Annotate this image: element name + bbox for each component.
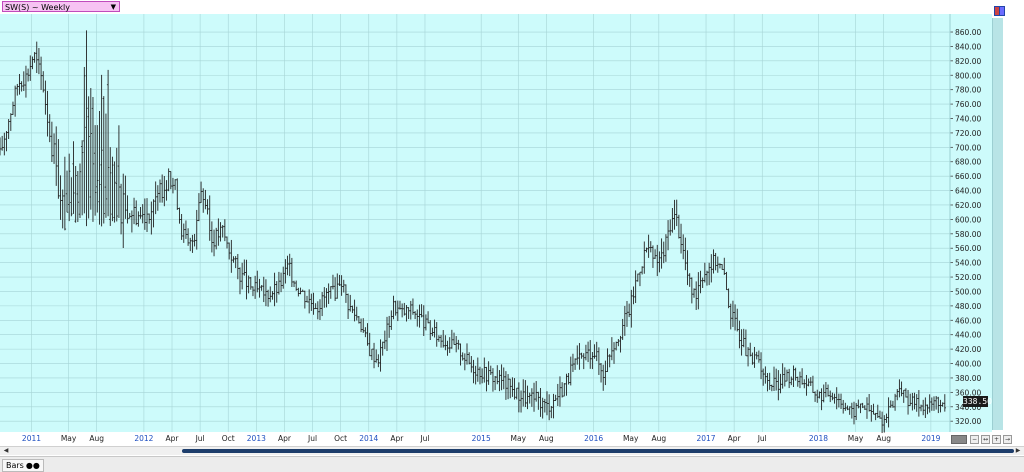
y-tick-label: 740.00 bbox=[955, 115, 981, 124]
y-tick-label: 440.00 bbox=[955, 331, 981, 340]
x-tick-label: Oct bbox=[334, 434, 347, 443]
time-scrollbar[interactable]: ◀ ▶ bbox=[0, 446, 1024, 455]
x-tick-label: Jul bbox=[307, 434, 317, 443]
y-tick-label: 580.00 bbox=[955, 230, 981, 239]
chart-title: SW(S) ~ Weekly bbox=[5, 3, 70, 12]
x-tick-label: Aug bbox=[651, 434, 666, 443]
x-tick-label: 2013 bbox=[247, 434, 266, 443]
y-tick-label: 860.00 bbox=[955, 28, 981, 37]
x-tick-label: Jul bbox=[757, 434, 767, 443]
x-tick-label: 2015 bbox=[472, 434, 491, 443]
x-tick-label: 2017 bbox=[696, 434, 715, 443]
zoom-fit-button[interactable]: ↔ bbox=[981, 435, 990, 444]
zoom-in-button[interactable]: + bbox=[992, 435, 1001, 444]
x-tick-label: Jul bbox=[195, 434, 205, 443]
y-tick-label: 420.00 bbox=[955, 345, 981, 354]
x-tick-label: 2014 bbox=[359, 434, 378, 443]
price-scale-scrollbar[interactable] bbox=[992, 18, 1003, 430]
x-tick-label: May bbox=[511, 434, 527, 443]
x-tick-label: 2012 bbox=[134, 434, 153, 443]
chevron-down-icon[interactable]: ▼ bbox=[111, 2, 116, 13]
x-tick-label: 2019 bbox=[921, 434, 940, 443]
scroll-left-icon[interactable]: ◀ bbox=[2, 447, 10, 455]
y-tick-label: 620.00 bbox=[955, 201, 981, 210]
y-tick-label: 520.00 bbox=[955, 273, 981, 282]
chart-title-tab[interactable]: SW(S) ~ Weekly ▼ bbox=[2, 1, 120, 12]
x-tick-label: 2011 bbox=[22, 434, 41, 443]
y-tick-label: 380.00 bbox=[955, 374, 981, 383]
zoom-box[interactable] bbox=[951, 435, 967, 444]
y-tick-label: 400.00 bbox=[955, 360, 981, 369]
y-tick-label: 640.00 bbox=[955, 187, 981, 196]
y-tick-label: 660.00 bbox=[955, 172, 981, 181]
x-tick-label: May bbox=[623, 434, 639, 443]
last-price-badge: 338.50 bbox=[963, 396, 992, 407]
scrollbar-thumb[interactable] bbox=[182, 449, 1014, 453]
scroll-right-icon[interactable]: ▶ bbox=[1014, 447, 1022, 455]
y-tick-label: 480.00 bbox=[955, 302, 981, 311]
y-tick-label: 720.00 bbox=[955, 129, 981, 138]
y-tick-label: 760.00 bbox=[955, 100, 981, 109]
bars-tab-label: Bars bbox=[6, 461, 24, 470]
x-tick-label: May bbox=[848, 434, 864, 443]
price-chart[interactable]: 320.00340.00360.00380.00400.00420.00440.… bbox=[0, 0, 1024, 446]
x-axis: 2011 May Aug 2012 Apr Jul Oct 2013 Apr Jul Oct 2014… bbox=[22, 434, 941, 443]
y-tick-label: 800.00 bbox=[955, 71, 981, 80]
chart-type-icon[interactable] bbox=[999, 6, 1005, 16]
y-tick-label: 780.00 bbox=[955, 86, 981, 95]
y-tick-label: 500.00 bbox=[955, 287, 981, 296]
y-tick-label: 600.00 bbox=[955, 215, 981, 224]
x-tick-label: Apr bbox=[390, 434, 404, 443]
scroll-end-button[interactable]: → bbox=[1003, 435, 1012, 444]
bars-tab[interactable]: Bars ●● bbox=[2, 459, 44, 472]
x-tick-label: May bbox=[61, 434, 77, 443]
x-tick-label: Aug bbox=[876, 434, 891, 443]
x-tick-label: Apr bbox=[166, 434, 180, 443]
x-tick-label: Oct bbox=[222, 434, 235, 443]
y-tick-label: 680.00 bbox=[955, 158, 981, 167]
x-tick-label: 2016 bbox=[584, 434, 603, 443]
x-tick-label: Apr bbox=[728, 434, 742, 443]
x-tick-label: Apr bbox=[278, 434, 292, 443]
y-tick-label: 560.00 bbox=[955, 244, 981, 253]
link-icon: ●● bbox=[25, 461, 40, 470]
y-tick-label: 320.00 bbox=[955, 417, 981, 426]
x-tick-label: Aug bbox=[89, 434, 104, 443]
y-tick-label: 700.00 bbox=[955, 143, 981, 152]
x-tick-label: 2018 bbox=[809, 434, 828, 443]
zoom-out-button[interactable]: − bbox=[970, 435, 979, 444]
y-tick-label: 460.00 bbox=[955, 316, 981, 325]
y-tick-label: 820.00 bbox=[955, 57, 981, 66]
y-tick-label: 840.00 bbox=[955, 42, 981, 51]
x-tick-label: Aug bbox=[539, 434, 554, 443]
x-tick-label: Jul bbox=[419, 434, 429, 443]
study-tab-bar: Bars ●● bbox=[0, 456, 1024, 472]
y-tick-label: 540.00 bbox=[955, 259, 981, 268]
